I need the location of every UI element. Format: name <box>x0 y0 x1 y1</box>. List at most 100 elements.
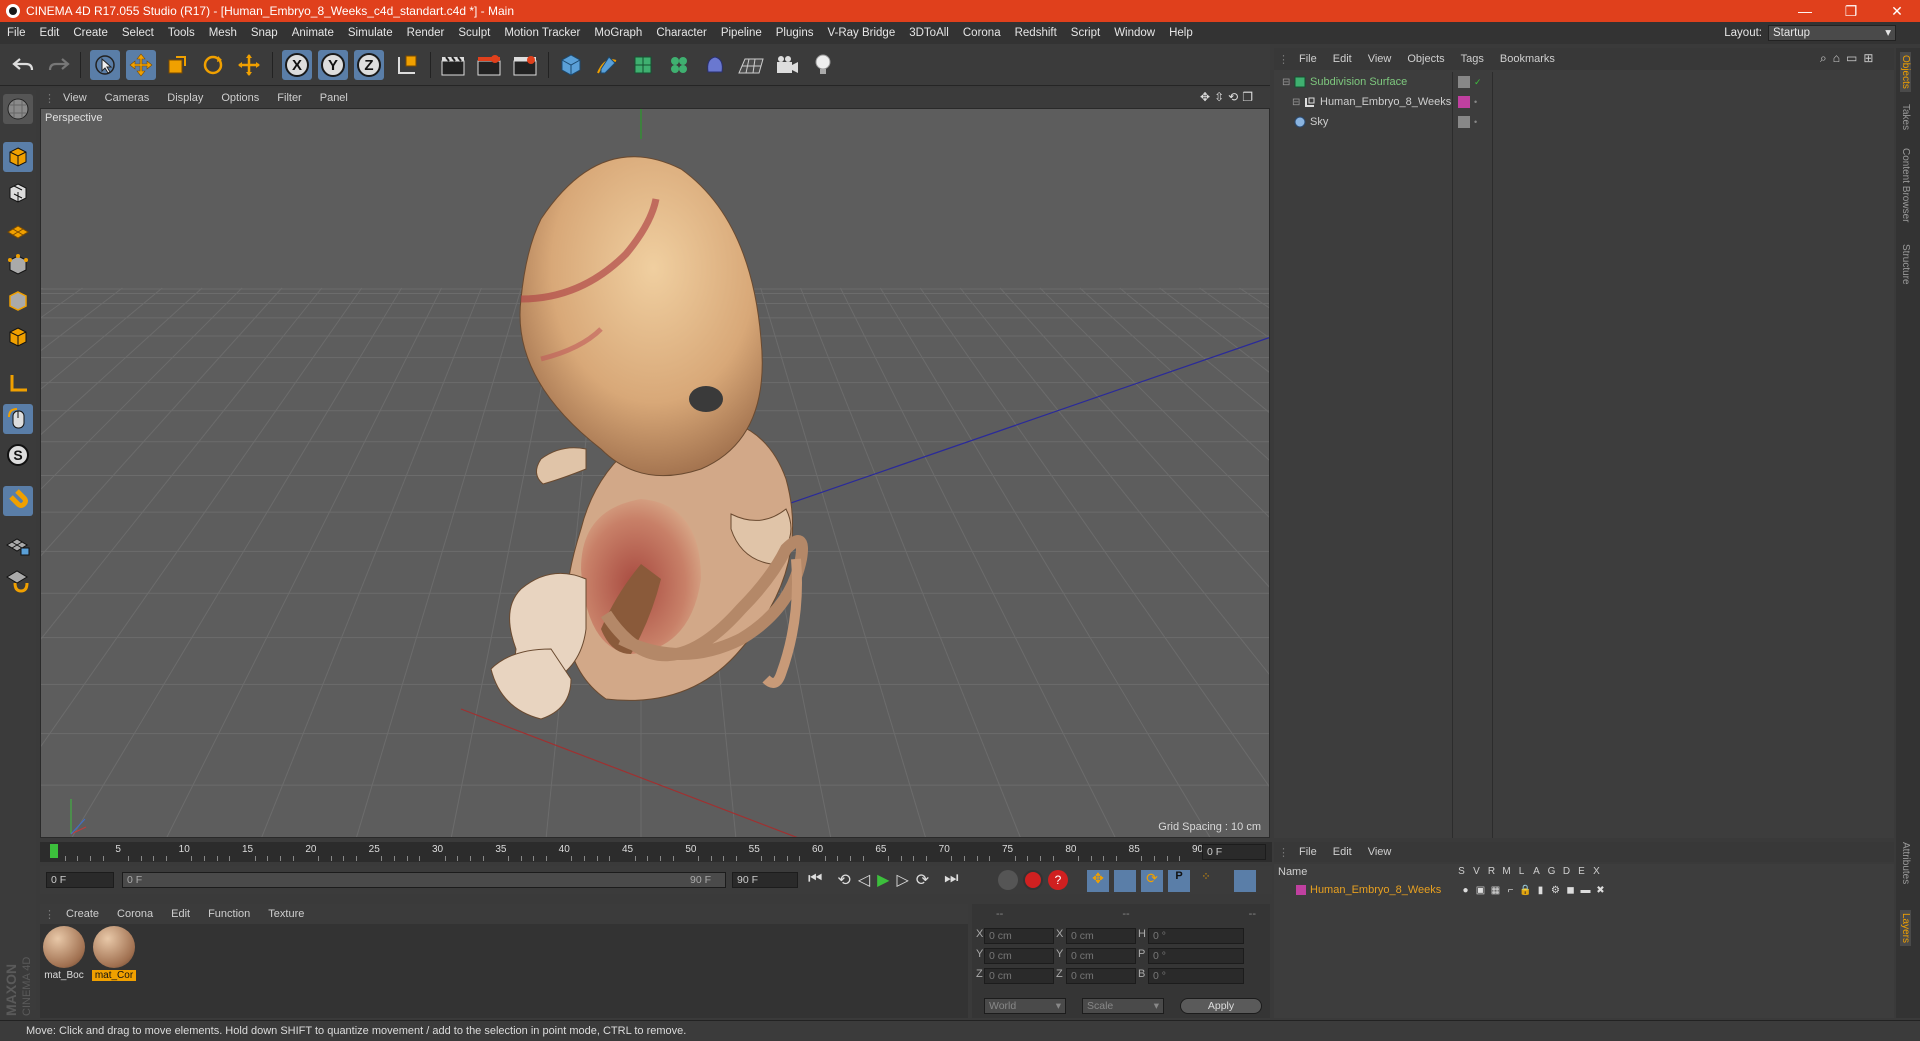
menu-character[interactable]: Character <box>649 27 714 39</box>
rotate-tool-button[interactable] <box>198 50 228 80</box>
points-mode-button[interactable] <box>3 250 33 280</box>
object-menu-objects[interactable]: Objects <box>1399 53 1452 65</box>
magnet-button[interactable] <box>3 486 33 516</box>
material-menu-create[interactable]: Create <box>57 908 108 920</box>
render-picture-viewer-button[interactable] <box>474 50 504 80</box>
deformer-button[interactable] <box>700 50 730 80</box>
menu-create[interactable]: Create <box>66 27 115 39</box>
menu-mesh[interactable]: Mesh <box>202 27 244 39</box>
layout-selector[interactable]: Layout: Startup ▾ <box>1724 25 1896 41</box>
maximize-view-icon[interactable]: ❐ <box>1242 90 1253 104</box>
layer-name[interactable]: Human_Embryo_8_Weeks <box>1310 884 1441 896</box>
tab-takes[interactable]: Takes <box>1900 104 1911 130</box>
layer-column-header[interactable]: A <box>1529 866 1544 877</box>
edit-checkbox-icon[interactable] <box>1458 76 1470 88</box>
tab-objects[interactable]: Objects <box>1900 52 1911 92</box>
viewport-menu-view[interactable]: View <box>54 92 96 104</box>
visibility-dots-icon[interactable]: ✓ <box>1474 78 1482 87</box>
layer-toggle-icon[interactable]: 🔒 <box>1518 885 1533 896</box>
timeline-ruler[interactable]: 051015202530354045505560657075808590 0 F <box>40 842 1272 862</box>
model-mode-button[interactable] <box>3 142 33 172</box>
layer-toggle-icon[interactable]: ● <box>1458 885 1473 896</box>
record-keys-icon[interactable] <box>998 870 1018 890</box>
viewport-menu-panel[interactable]: Panel <box>311 92 357 104</box>
autokey-icon[interactable] <box>1023 870 1043 890</box>
visibility-dots-icon[interactable]: • <box>1474 98 1477 107</box>
layer-column-header[interactable]: V <box>1469 866 1484 877</box>
menu-render[interactable]: Render <box>400 27 452 39</box>
menu-edit[interactable]: Edit <box>33 27 67 39</box>
layer-toggle-icon[interactable]: ▬ <box>1578 885 1593 896</box>
menu-pipeline[interactable]: Pipeline <box>714 27 769 39</box>
camera-button[interactable] <box>772 50 802 80</box>
start-frame-field[interactable]: 0 F <box>46 872 114 888</box>
axis-x-button[interactable]: X <box>282 50 312 80</box>
menu-plugins[interactable]: Plugins <box>769 27 821 39</box>
snapping-button[interactable]: S <box>3 440 33 470</box>
dolly-icon[interactable]: ⇳ <box>1214 90 1224 104</box>
layer-toggle-icon[interactable]: ▣ <box>1473 885 1488 896</box>
material-menu-edit[interactable]: Edit <box>162 908 199 920</box>
mode-dropdown[interactable]: Scale ▾ <box>1082 998 1164 1014</box>
menu-snap[interactable]: Snap <box>244 27 285 39</box>
tab-structure[interactable]: Structure <box>1900 244 1911 285</box>
size-field[interactable]: 0 cm <box>1066 968 1136 984</box>
new-view-icon[interactable]: ▭ <box>1846 51 1857 66</box>
object-menu-view[interactable]: View <box>1360 53 1400 65</box>
material-swatch[interactable]: mat_Boc <box>42 926 86 981</box>
go-to-start-icon[interactable]: ⏮ <box>808 870 822 890</box>
object-name[interactable]: Sky <box>1310 116 1328 128</box>
search-icon[interactable]: ⌕ <box>1820 51 1827 66</box>
menu-tools[interactable]: Tools <box>161 27 202 39</box>
rotation-field[interactable]: 0 ° <box>1148 948 1244 964</box>
layer-column-header[interactable]: S <box>1454 866 1469 877</box>
timeline-window-icon[interactable] <box>1234 870 1256 892</box>
frame-range-slider[interactable]: 0 F 90 F <box>122 872 726 888</box>
layer-toggle-icon[interactable]: ▦ <box>1488 885 1503 896</box>
layer-menu-view[interactable]: View <box>1360 846 1400 858</box>
material-swatch[interactable]: mat_Cor <box>92 926 136 981</box>
render-settings-button[interactable] <box>510 50 540 80</box>
orbit-icon[interactable]: ⟲ <box>1228 90 1238 104</box>
position-field[interactable]: 0 cm <box>984 968 1054 984</box>
floor-button[interactable] <box>736 50 766 80</box>
tab-layers[interactable]: Layers <box>1900 910 1911 947</box>
layer-menu-edit[interactable]: Edit <box>1325 846 1360 858</box>
menu-3dtoall[interactable]: 3DToAll <box>902 27 956 39</box>
menu-mograph[interactable]: MoGraph <box>587 27 649 39</box>
prev-frame-icon[interactable]: ◁ <box>858 870 870 890</box>
expand-toggle-icon[interactable]: ⊟ <box>1292 97 1302 108</box>
end-frame-field[interactable]: 90 F <box>732 872 798 888</box>
position-field[interactable]: 0 cm <box>984 928 1054 944</box>
menu-v-ray-bridge[interactable]: V-Ray Bridge <box>820 27 902 39</box>
live-selection-button[interactable] <box>90 50 120 80</box>
menu-script[interactable]: Script <box>1064 27 1107 39</box>
viewport-menu-display[interactable]: Display <box>158 92 212 104</box>
layer-color-swatch[interactable] <box>1296 885 1306 895</box>
layer-column-header[interactable]: G <box>1544 866 1559 877</box>
render-view-button[interactable] <box>438 50 468 80</box>
scale-tool-button[interactable] <box>162 50 192 80</box>
object-name[interactable]: Subdivision Surface <box>1310 76 1407 88</box>
viewport-menu-options[interactable]: Options <box>212 92 268 104</box>
position-field[interactable]: 0 cm <box>984 948 1054 964</box>
layer-toggle-icon[interactable]: ⚙ <box>1548 885 1563 896</box>
object-name[interactable]: Human_Embryo_8_Weeks <box>1320 96 1451 108</box>
viewport-menu-cameras[interactable]: Cameras <box>96 92 159 104</box>
home-icon[interactable]: ⌂ <box>1833 51 1840 66</box>
polygons-mode-button[interactable] <box>3 322 33 352</box>
layer-toggle-icon[interactable]: ✖ <box>1593 885 1608 896</box>
menu-animate[interactable]: Animate <box>285 27 341 39</box>
transform-tool-button[interactable] <box>234 50 264 80</box>
layer-toggle-icon[interactable]: ⌐ <box>1503 885 1518 896</box>
minimize-button[interactable]: — <box>1782 0 1828 22</box>
edit-checkbox-icon[interactable] <box>1458 116 1470 128</box>
expand-toggle-icon[interactable]: ⊟ <box>1282 77 1292 88</box>
layer-toggle-icon[interactable]: ▮ <box>1533 885 1548 896</box>
pen-spline-button[interactable] <box>592 50 622 80</box>
layer-column-header[interactable]: R <box>1484 866 1499 877</box>
go-to-end-icon[interactable]: ⏭ <box>944 870 958 890</box>
restore-button[interactable]: ❐ <box>1828 0 1874 22</box>
rotation-field[interactable]: 0 ° <box>1148 968 1244 984</box>
axis-mode-button[interactable] <box>3 368 33 398</box>
